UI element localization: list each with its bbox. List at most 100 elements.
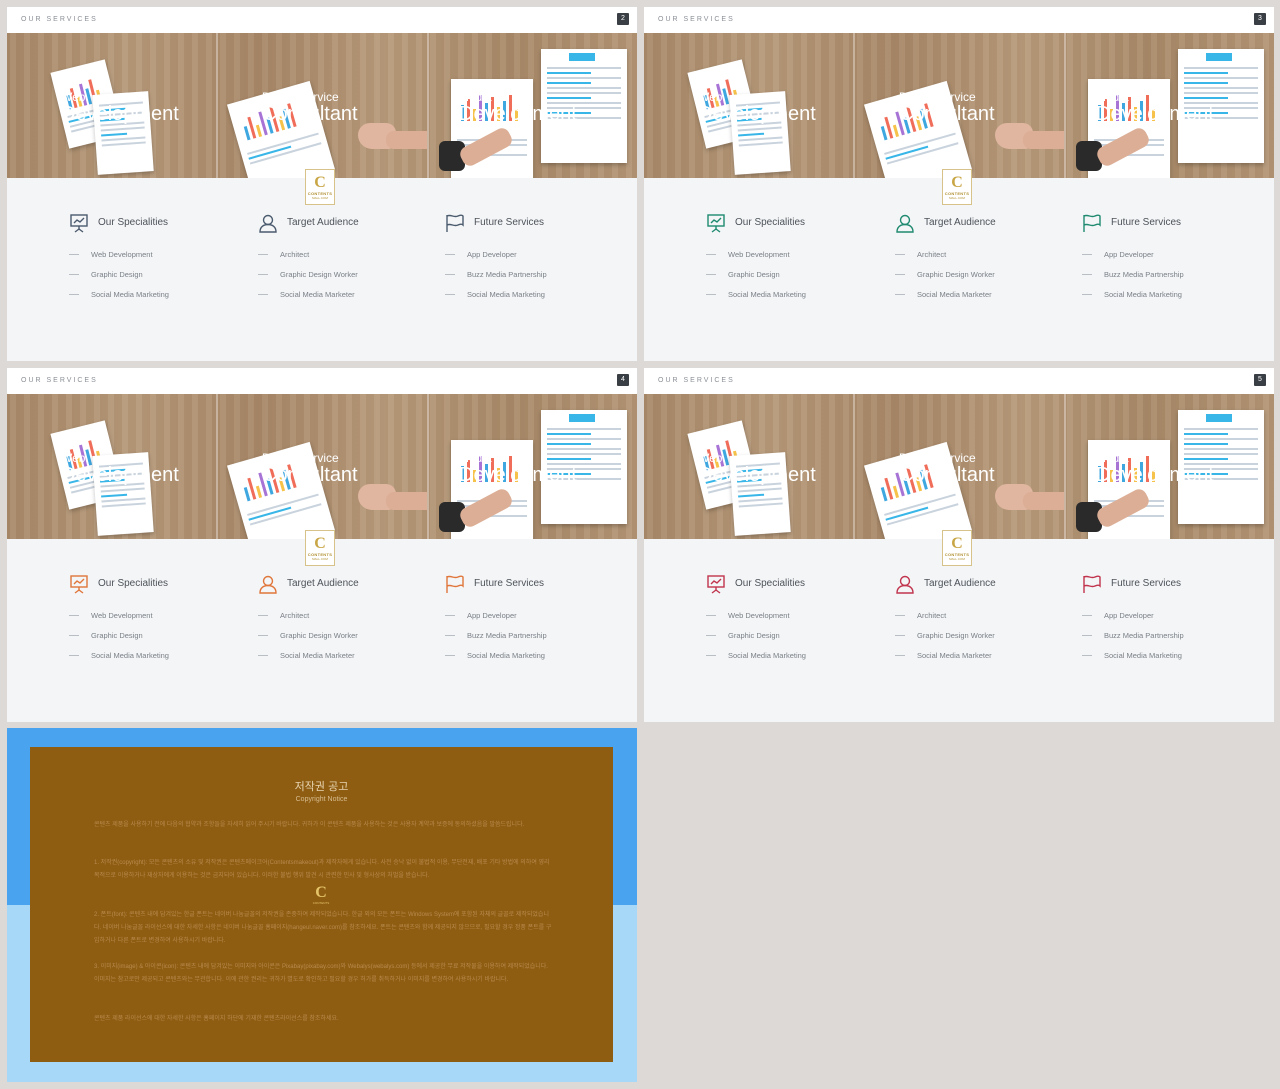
column-title: Target Audience: [287, 217, 359, 228]
brand-logo: C CONTENTS MALL.COM: [942, 530, 972, 566]
column-our-specialities: Our Specialities Web Development Graphic…: [69, 574, 249, 660]
hero-panel-title: Web Development: [61, 451, 179, 486]
list-item: Architect: [895, 250, 1075, 270]
list-item: Social Media Marketer: [895, 290, 1075, 310]
brand-logo: C CONTENTS MALL.COM: [942, 169, 972, 205]
list-item: Graphic Design: [69, 631, 249, 651]
list-item: App Developer: [1082, 250, 1262, 270]
list-item: Social Media Marketing: [706, 290, 886, 310]
list-item: Graphic Design Worker: [895, 270, 1075, 290]
hero-panel-media: Media Development: [1066, 394, 1274, 539]
copyright-paragraph: 콘텐츠 제품 라이선스에 대한 자세한 사항은 홈페이지 하단에 기재한 콘텐츠…: [94, 1016, 339, 1022]
column-title: Our Specialities: [98, 217, 169, 228]
presentation-chart-icon: [707, 575, 725, 594]
slide-page-4[interactable]: OUR SERVICES 4 Web Development Digital S…: [7, 368, 637, 722]
hero-panel-title: Media Development: [1096, 90, 1214, 125]
list-item: Buzz Media Partnership: [445, 270, 625, 290]
hero-image: Web Development Digital Service Consulta…: [7, 33, 637, 178]
presentation-chart-icon: [707, 214, 725, 233]
list-item: Architect: [258, 250, 438, 270]
hero-panel-web: Web Development: [644, 33, 853, 178]
copyright-paragraph: 콘텐츠 제품을 사용하기 전에 다음의 협약과 조항들을 자세히 읽어 주시기 …: [94, 822, 525, 828]
hero-panel-title: Media Development: [459, 451, 577, 486]
list-item: Web Development: [69, 250, 249, 270]
list-item: Social Media Marketing: [69, 290, 249, 310]
user-icon: [259, 575, 277, 594]
list-item: Social Media Marketing: [445, 290, 625, 310]
flag-icon: [1083, 575, 1101, 593]
hero-panel-title: Digital Service Consultant: [262, 90, 358, 125]
copyright-subtitle: Copyright Notice: [295, 796, 348, 803]
list-item: Graphic Design: [69, 270, 249, 290]
user-icon: [259, 214, 277, 233]
slide-header: OUR SERVICES 4: [7, 368, 637, 394]
arm-image: [1023, 131, 1064, 149]
hero-panel-title: Web Development: [61, 90, 179, 125]
user-icon: [896, 575, 914, 594]
list-item: Graphic Design Worker: [258, 270, 438, 290]
list-item: App Developer: [1082, 611, 1262, 631]
list-item: Architect: [258, 611, 438, 631]
slide-page-5[interactable]: OUR SERVICES 5 Web Development Digital S…: [644, 368, 1274, 722]
flag-icon: [1083, 214, 1101, 232]
list-item: Graphic Design: [706, 270, 886, 290]
slide-page-3[interactable]: OUR SERVICES 3 Web Development Digital S…: [644, 7, 1274, 361]
hero-panel-consultant: Digital Service Consultant: [855, 33, 1064, 178]
section-label: OUR SERVICES: [658, 16, 735, 23]
hero-panel-title: Digital Service Consultant: [899, 451, 995, 486]
list-item: Graphic Design: [706, 631, 886, 651]
list-item: Buzz Media Partnership: [445, 631, 625, 651]
column-title: Future Services: [474, 217, 545, 228]
hero-panel-consultant: Digital Service Consultant: [218, 33, 427, 178]
slide-page-2[interactable]: OUR SERVICES 2 Web Development Digital S…: [7, 7, 637, 361]
list-item: Web Development: [706, 611, 886, 631]
flag-icon: [446, 575, 464, 593]
arm-image: [386, 492, 427, 510]
hero-panel-title: Web Development: [698, 90, 816, 125]
list-item: App Developer: [445, 611, 625, 631]
hero-image: Web Development Digital Service Consulta…: [644, 394, 1274, 539]
arm-image: [386, 131, 427, 149]
slide-header: OUR SERVICES 2: [7, 7, 637, 33]
page-number-badge: 3: [1254, 13, 1266, 25]
list-item: Buzz Media Partnership: [1082, 270, 1262, 290]
hero-panel-web: Web Development: [7, 394, 216, 539]
column-title: Target Audience: [924, 578, 996, 589]
list-item: Social Media Marketing: [706, 651, 886, 671]
section-label: OUR SERVICES: [21, 16, 98, 23]
hero-panel-media: Media Development: [429, 394, 637, 539]
copyright-slide[interactable]: 저작권 공고 Copyright Notice 콘텐츠 제품을 사용하기 전에 …: [7, 728, 637, 1082]
list-item: Social Media Marketer: [258, 651, 438, 671]
arm-image: [1023, 492, 1064, 510]
column-title: Our Specialities: [735, 578, 806, 589]
copyright-paragraph: 1. 저작권(copyright): 모든 콘텐츠의 소유 및 저작권은 콘텐츠…: [94, 860, 550, 879]
list-item: Social Media Marketing: [445, 651, 625, 671]
list-item: Social Media Marketing: [1082, 651, 1262, 671]
brand-logo: C CONTENTS: [312, 884, 330, 906]
page-number-badge: 5: [1254, 374, 1266, 386]
brand-logo: C CONTENTS MALL.COM: [305, 530, 335, 566]
hero-panel-media: Media Development: [1066, 33, 1274, 178]
user-icon: [896, 214, 914, 233]
brand-logo: C CONTENTS MALL.COM: [305, 169, 335, 205]
copyright-paragraph: 3. 이미지(image) & 아이콘(icon): 콘텐츠 내에 담겨있는 이…: [94, 964, 548, 983]
column-target-audience: Target Audience Architect Graphic Design…: [258, 574, 438, 660]
hero-panel-title: Digital Service Consultant: [899, 90, 995, 125]
copyright-notice-box: 저작권 공고 Copyright Notice 콘텐츠 제품을 사용하기 전에 …: [30, 747, 613, 1062]
column-target-audience: Target Audience Architect Graphic Design…: [895, 213, 1075, 299]
presentation-chart-icon: [70, 575, 88, 594]
column-title: Future Services: [1111, 217, 1182, 228]
hero-panel-consultant: Digital Service Consultant: [855, 394, 1064, 539]
column-future-services: Future Services App Developer Buzz Media…: [445, 574, 625, 660]
list-item: Graphic Design Worker: [895, 631, 1075, 651]
column-title: Future Services: [1111, 578, 1182, 589]
hero-panel-media: Media Development: [429, 33, 637, 178]
column-our-specialities: Our Specialities Web Development Graphic…: [69, 213, 249, 299]
page-number-badge: 2: [617, 13, 629, 25]
hero-panel-title: Digital Service Consultant: [262, 451, 358, 486]
hero-panel-title: Media Development: [459, 90, 577, 125]
list-item: Buzz Media Partnership: [1082, 631, 1262, 651]
page-number-badge: 4: [617, 374, 629, 386]
section-label: OUR SERVICES: [658, 377, 735, 384]
list-item: Web Development: [706, 250, 886, 270]
